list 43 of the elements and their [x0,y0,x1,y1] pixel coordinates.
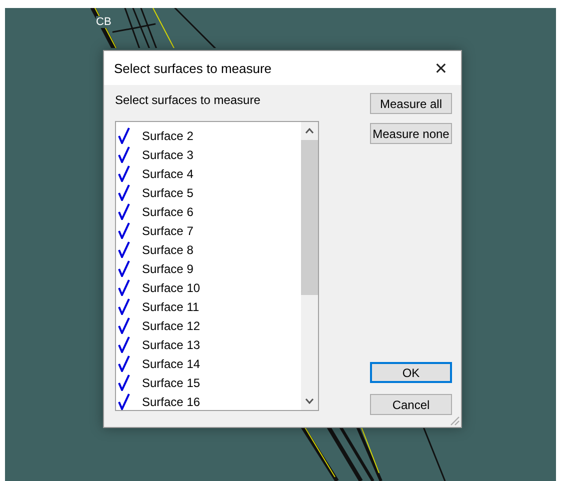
check-icon[interactable] [118,127,130,144]
check-icon[interactable] [118,184,130,201]
surface-item[interactable]: Surface 11 [116,297,301,316]
check-icon[interactable] [118,355,130,372]
surface-item[interactable]: Surface 2 [116,126,301,145]
surface-item[interactable]: Surface 10 [116,278,301,297]
dialog-button[interactable]: OK [370,362,452,383]
check-icon[interactable] [118,222,130,239]
check-icon[interactable] [118,336,130,353]
dialog-button[interactable]: Measure all [370,93,452,114]
surface-item[interactable]: Surface 13 [116,335,301,354]
check-icon[interactable] [118,393,130,410]
surface-item[interactable]: Surface 12 [116,316,301,335]
check-icon[interactable] [118,203,130,220]
check-icon[interactable] [118,146,130,163]
surface-item[interactable]: Surface 7 [116,221,301,240]
check-icon[interactable] [118,317,130,334]
scrollbar[interactable] [301,122,318,410]
surface-item[interactable]: Surface 16 [116,392,301,411]
scroll-up-icon[interactable] [305,128,314,134]
check-icon[interactable] [118,165,130,182]
check-icon[interactable] [118,298,130,315]
surface-item[interactable]: Surface 3 [116,145,301,164]
surface-item[interactable]: Surface 9 [116,259,301,278]
check-icon[interactable] [118,260,130,277]
surface-item[interactable]: Surface 6 [116,202,301,221]
close-button[interactable]: ✕ [421,51,461,85]
dialog-button[interactable]: Cancel [370,394,452,415]
scroll-down-icon[interactable] [305,398,314,404]
check-icon[interactable] [118,374,130,391]
point-label: CB [96,16,112,28]
scroll-thumb[interactable] [301,140,318,295]
surface-item[interactable]: Surface 4 [116,164,301,183]
surface-item[interactable]: Surface 15 [116,373,301,392]
dialog-button[interactable]: Measure none [370,123,452,144]
dialog-title: Select surfaces to measure [114,60,272,76]
prompt-label: Select surfaces to measure [115,93,260,107]
surface-item[interactable]: Surface 8 [116,240,301,259]
resize-grip-icon[interactable] [449,415,460,426]
check-icon[interactable] [118,241,130,258]
surface-item[interactable]: Surface 14 [116,354,301,373]
check-icon[interactable] [118,279,130,296]
surface-item[interactable]: Surface 5 [116,183,301,202]
